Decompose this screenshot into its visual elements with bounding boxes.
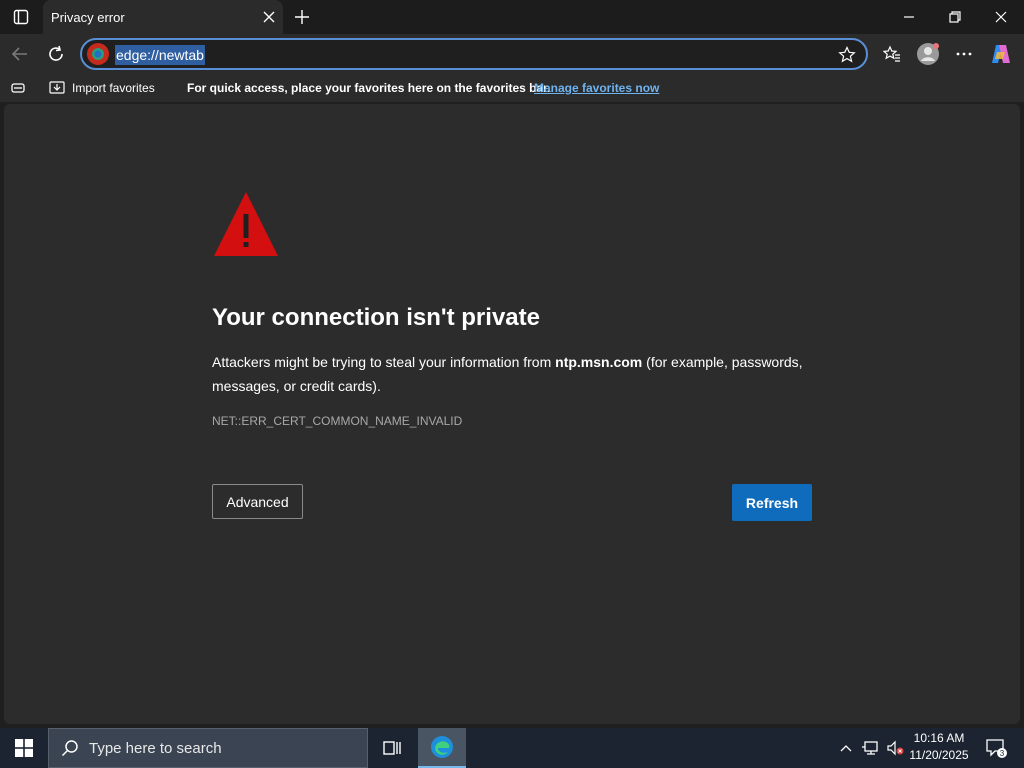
back-arrow-icon[interactable] xyxy=(4,38,36,70)
error-host: ntp.msn.com xyxy=(555,354,643,370)
new-tab-icon[interactable] xyxy=(288,3,316,31)
taskbar: Type here to search 10:16 AM 11/20/2025 … xyxy=(0,728,1024,768)
clock-date: 11/20/2025 xyxy=(909,748,969,762)
task-view-icon[interactable] xyxy=(368,728,416,768)
refresh-button[interactable]: Refresh xyxy=(732,484,812,521)
address-bar[interactable]: edge://newtab xyxy=(80,38,868,70)
refresh-icon[interactable] xyxy=(40,38,72,70)
volume-muted-icon[interactable] xyxy=(884,728,906,768)
more-menu-icon[interactable] xyxy=(948,38,980,70)
import-icon xyxy=(49,81,65,94)
warning-triangle-icon xyxy=(212,190,280,263)
tab-close-icon[interactable] xyxy=(255,3,283,31)
search-placeholder: Type here to search xyxy=(89,739,222,757)
restore-icon[interactable] xyxy=(932,0,978,34)
favorites-icon[interactable] xyxy=(876,38,908,70)
import-favorites-label: Import favorites xyxy=(72,81,155,95)
title-bar: Privacy error xyxy=(0,0,1024,34)
url-text[interactable]: edge://newtab xyxy=(115,45,205,65)
not-secure-warning-icon[interactable] xyxy=(87,43,109,65)
window-controls xyxy=(886,0,1024,34)
notification-center-icon[interactable]: 3 xyxy=(976,728,1016,768)
notification-count: 3 xyxy=(1000,749,1005,758)
browser-toolbar: edge://newtab xyxy=(0,34,1024,74)
error-code: NET::ERR_CERT_COMMON_NAME_INVALID xyxy=(212,414,463,428)
tab-actions-icon[interactable] xyxy=(0,0,42,34)
copilot-icon[interactable] xyxy=(985,38,1017,70)
minimize-icon[interactable] xyxy=(886,0,932,34)
tab-title: Privacy error xyxy=(51,9,125,25)
advanced-button[interactable]: Advanced xyxy=(212,484,303,519)
browser-tab[interactable]: Privacy error xyxy=(43,0,283,34)
manage-favorites-link[interactable]: Manage favorites now xyxy=(534,74,659,102)
favorites-bar: Import favorites For quick access, place… xyxy=(0,74,1024,102)
description-prefix: Attackers might be trying to steal your … xyxy=(212,354,556,370)
favorites-bar-message: For quick access, place your favorites h… xyxy=(187,81,551,95)
system-clock[interactable]: 10:16 AM 11/20/2025 xyxy=(904,730,974,766)
show-hidden-icons-chevron-icon[interactable] xyxy=(836,728,856,768)
profile-avatar[interactable] xyxy=(912,38,944,70)
close-window-icon[interactable] xyxy=(978,0,1024,34)
network-icon[interactable] xyxy=(860,728,882,768)
collections-icon[interactable] xyxy=(10,74,28,102)
clock-time: 10:16 AM xyxy=(913,731,965,745)
taskbar-edge-icon[interactable] xyxy=(418,728,466,768)
search-icon xyxy=(61,740,78,757)
error-heading: Your connection isn't private xyxy=(212,304,540,331)
taskbar-search-box[interactable]: Type here to search xyxy=(48,728,368,768)
add-favorite-star-icon[interactable] xyxy=(836,44,858,66)
windows-start-icon[interactable] xyxy=(0,728,48,768)
import-favorites-button[interactable]: Import favorites xyxy=(48,74,155,102)
error-description: Attackers might be trying to steal your … xyxy=(212,350,822,398)
error-page: Your connection isn't private Attackers … xyxy=(4,104,1020,724)
